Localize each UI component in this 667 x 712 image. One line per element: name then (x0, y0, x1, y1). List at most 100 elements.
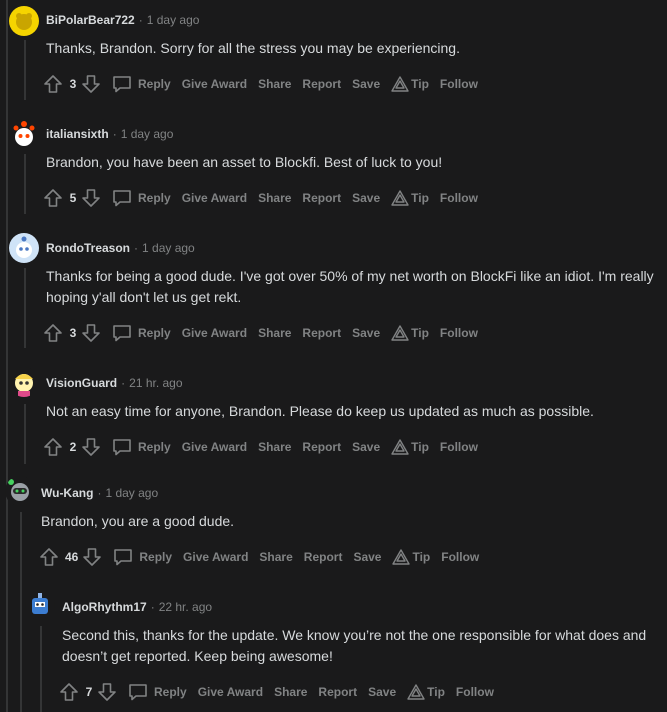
avatar[interactable] (9, 367, 39, 397)
vote-score: 46 (65, 550, 79, 564)
save-button[interactable]: Save (352, 326, 380, 340)
separator: · (112, 127, 117, 141)
upvote-icon[interactable] (43, 74, 63, 94)
share-button[interactable]: Share (258, 191, 291, 205)
save-button[interactable]: Save (352, 440, 380, 454)
downvote-icon[interactable] (82, 547, 102, 567)
follow-button[interactable]: Follow (440, 326, 478, 340)
thread-line[interactable] (24, 268, 26, 348)
share-button[interactable]: Share (274, 685, 307, 699)
give-award-button[interactable]: Give Award (198, 685, 263, 699)
vote-score: 2 (69, 440, 77, 454)
give-award-button[interactable]: Give Award (182, 77, 247, 91)
username[interactable]: RondoTreason (46, 241, 130, 255)
username[interactable]: Wu-Kang (41, 486, 93, 500)
save-button[interactable]: Save (352, 191, 380, 205)
downvote-icon[interactable] (81, 188, 101, 208)
follow-button[interactable]: Follow (456, 685, 494, 699)
report-button[interactable]: Report (302, 191, 341, 205)
save-button[interactable]: Save (353, 550, 381, 564)
thread-line[interactable] (6, 0, 8, 712)
tip-icon (391, 190, 409, 206)
username[interactable]: BiPolarBear722 (46, 13, 135, 27)
comment-body: Thanks, Brandon. Sorry for all the stres… (46, 40, 460, 56)
report-button[interactable]: Report (302, 326, 341, 340)
tip-icon (391, 439, 409, 455)
timestamp[interactable]: 1 day ago (105, 486, 158, 500)
save-button[interactable]: Save (368, 685, 396, 699)
reply-button[interactable]: Reply (112, 189, 171, 207)
share-button[interactable]: Share (258, 440, 291, 454)
timestamp[interactable]: 21 hr. ago (129, 376, 182, 390)
downvote-icon[interactable] (81, 323, 101, 343)
share-button[interactable]: Share (259, 550, 292, 564)
report-button[interactable]: Report (302, 77, 341, 91)
follow-button[interactable]: Follow (440, 440, 478, 454)
avatar[interactable] (5, 476, 35, 506)
avatar[interactable] (9, 233, 39, 263)
upvote-icon[interactable] (39, 547, 59, 567)
separator: · (138, 13, 143, 27)
tip-button[interactable]: Tip (391, 439, 429, 455)
reply-icon (113, 190, 131, 207)
share-button[interactable]: Share (258, 77, 291, 91)
tip-icon (407, 684, 425, 700)
upvote-icon[interactable] (43, 323, 63, 343)
reply-button[interactable]: Reply (113, 548, 172, 566)
vote-score: 5 (69, 191, 77, 205)
downvote-icon[interactable] (81, 437, 101, 457)
downvote-icon[interactable] (97, 682, 117, 702)
share-button[interactable]: Share (258, 326, 291, 340)
save-button[interactable]: Save (352, 77, 380, 91)
reply-button[interactable]: Reply (112, 438, 171, 456)
reply-button[interactable]: Reply (112, 324, 171, 342)
thread-line[interactable] (24, 404, 26, 464)
vote-score: 3 (69, 77, 77, 91)
report-button[interactable]: Report (318, 685, 357, 699)
avatar[interactable] (25, 590, 55, 620)
username[interactable]: AlgoRhythm17 (62, 600, 147, 614)
upvote-icon[interactable] (43, 188, 63, 208)
give-award-button[interactable]: Give Award (182, 191, 247, 205)
reply-icon (114, 549, 133, 566)
follow-button[interactable]: Follow (440, 77, 478, 91)
thread-line[interactable] (40, 626, 42, 712)
downvote-icon[interactable] (81, 74, 101, 94)
timestamp[interactable]: 1 day ago (142, 241, 195, 255)
follow-button[interactable]: Follow (441, 550, 479, 564)
tip-button[interactable]: Tip (392, 549, 430, 565)
thread-line[interactable] (20, 512, 22, 712)
comment-actions: 3 Reply Give Award Share Report Save Tip… (43, 321, 478, 345)
report-button[interactable]: Report (304, 550, 343, 564)
upvote-icon[interactable] (59, 682, 79, 702)
timestamp[interactable]: 22 hr. ago (159, 600, 212, 614)
comment-body: Thanks for being a good dude. I've got o… (46, 268, 654, 305)
thread-line[interactable] (24, 154, 26, 214)
vote-score: 7 (85, 685, 93, 699)
comment-body: Brandon, you have been an asset to Block… (46, 154, 443, 170)
username[interactable]: VisionGuard (46, 376, 117, 390)
report-button[interactable]: Report (302, 440, 341, 454)
give-award-button[interactable]: Give Award (183, 550, 248, 564)
follow-button[interactable]: Follow (440, 191, 478, 205)
tip-button[interactable]: Tip (391, 76, 429, 92)
reply-button[interactable]: Reply (112, 75, 171, 93)
avatar[interactable] (9, 6, 39, 36)
thread-line[interactable] (24, 40, 26, 100)
tip-icon (391, 76, 409, 92)
timestamp[interactable]: 1 day ago (147, 13, 200, 27)
tip-button[interactable]: Tip (391, 325, 429, 341)
comment-actions: 46 Reply Give Award Share Report Save Ti… (39, 545, 479, 569)
reply-icon (113, 325, 131, 342)
username[interactable]: italiansixth (46, 127, 109, 141)
vote-score: 3 (69, 326, 77, 340)
upvote-icon[interactable] (43, 437, 63, 457)
avatar[interactable] (9, 119, 39, 149)
tip-button[interactable]: Tip (407, 684, 445, 700)
reply-button[interactable]: Reply (128, 683, 187, 701)
give-award-button[interactable]: Give Award (182, 326, 247, 340)
reply-icon (129, 684, 147, 701)
tip-button[interactable]: Tip (391, 190, 429, 206)
timestamp[interactable]: 1 day ago (121, 127, 174, 141)
give-award-button[interactable]: Give Award (182, 440, 247, 454)
